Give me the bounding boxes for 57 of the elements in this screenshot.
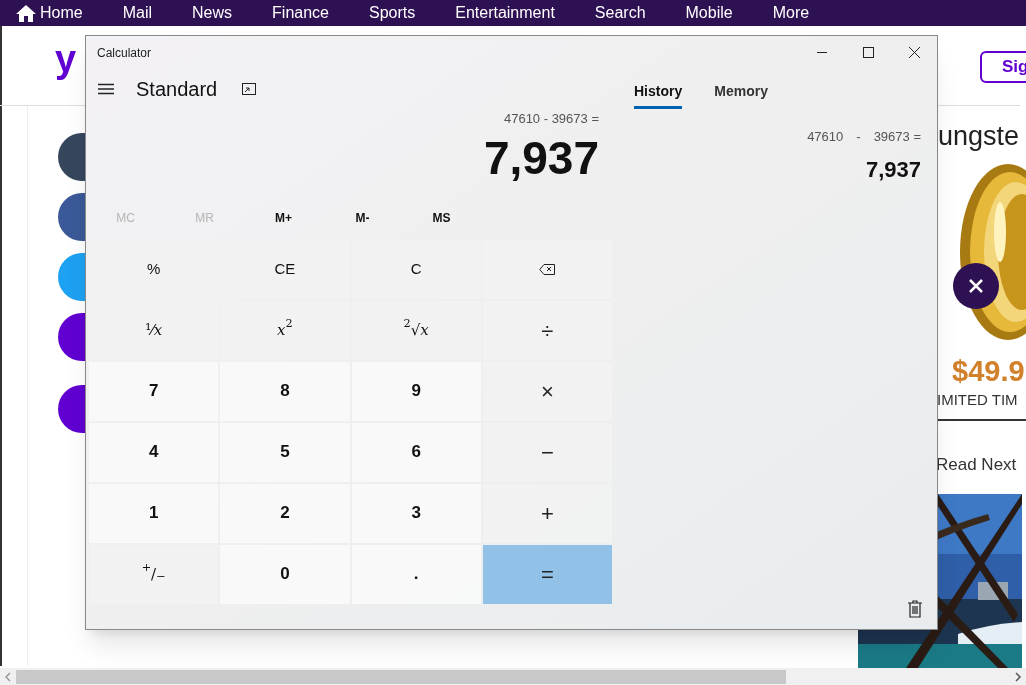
digit-key[interactable]: 7 <box>89 361 219 421</box>
digit-key[interactable]: 8 <box>220 361 350 421</box>
nav-link[interactable]: Mobile <box>685 1 733 25</box>
digit-key[interactable]: 4 <box>89 422 219 482</box>
expression-text: 47610 - 39673 = <box>503 110 599 128</box>
history-expression: 39673 = <box>873 128 921 146</box>
share-button[interactable] <box>58 313 85 361</box>
ad-title: ungste <box>938 123 1020 150</box>
history-expression: - <box>856 128 861 146</box>
operator-key[interactable]: − <box>482 422 612 482</box>
memory-button[interactable]: MS <box>402 202 481 233</box>
panel-tab[interactable]: Memory <box>714 81 768 109</box>
menu-icon <box>98 83 114 95</box>
memory-button[interactable]: M+ <box>244 202 323 233</box>
scrollbar-thumb[interactable] <box>16 669 786 684</box>
history-expression: 47610 <box>807 128 844 146</box>
close-icon <box>968 278 984 294</box>
maximize-icon <box>862 47 874 58</box>
nav-link[interactable]: Mail <box>122 1 153 25</box>
trash-icon <box>908 600 922 618</box>
history-item[interactable]: 47610 - 39673 = 7,937 <box>807 127 921 186</box>
mode-title: Standard <box>136 77 218 102</box>
nav-link[interactable]: Home <box>16 1 83 25</box>
window-title: Calculator <box>96 44 152 62</box>
nav-link[interactable]: Sports <box>368 1 416 25</box>
digit-key[interactable]: . <box>351 544 481 604</box>
operator-key[interactable]: × <box>482 361 612 421</box>
ad-price: $49.9 <box>952 357 1025 386</box>
nav-link[interactable]: Search <box>594 1 646 25</box>
share-button[interactable] <box>58 193 85 241</box>
digit-key[interactable]: 5 <box>220 422 350 482</box>
home-icon <box>16 4 36 22</box>
nav-link[interactable]: Finance <box>272 1 329 25</box>
close-icon <box>908 47 920 58</box>
logo: y <box>55 40 77 78</box>
nav-link[interactable]: More <box>772 1 810 25</box>
operator-key[interactable]: + <box>482 483 612 543</box>
digit-key[interactable]: 2 <box>220 483 350 543</box>
nav-link[interactable]: News <box>192 1 233 25</box>
backspace-icon <box>539 263 556 275</box>
digit-key[interactable]: 1 <box>89 483 219 543</box>
digit-key[interactable]: 0 <box>220 544 350 604</box>
minimize-icon <box>817 51 827 54</box>
digit-key[interactable]: 3 <box>351 483 481 543</box>
nav-link[interactable]: Entertainment <box>455 1 555 25</box>
ad-caption: IMITED TIM <box>937 392 1018 407</box>
overlay-icon <box>242 83 257 95</box>
scroll-right-icon[interactable] <box>1014 671 1022 682</box>
digit-key[interactable]: 9 <box>351 361 481 421</box>
memory-button[interactable]: M- <box>323 202 402 233</box>
panel-tab[interactable]: History <box>634 81 683 109</box>
share-button[interactable] <box>58 385 85 433</box>
equals-key[interactable]: = <box>482 544 612 604</box>
history-result: 7,937 <box>865 155 921 184</box>
display-value: 7,937 <box>483 130 599 186</box>
digit-key[interactable]: 6 <box>351 422 481 482</box>
share-button[interactable] <box>58 133 85 181</box>
